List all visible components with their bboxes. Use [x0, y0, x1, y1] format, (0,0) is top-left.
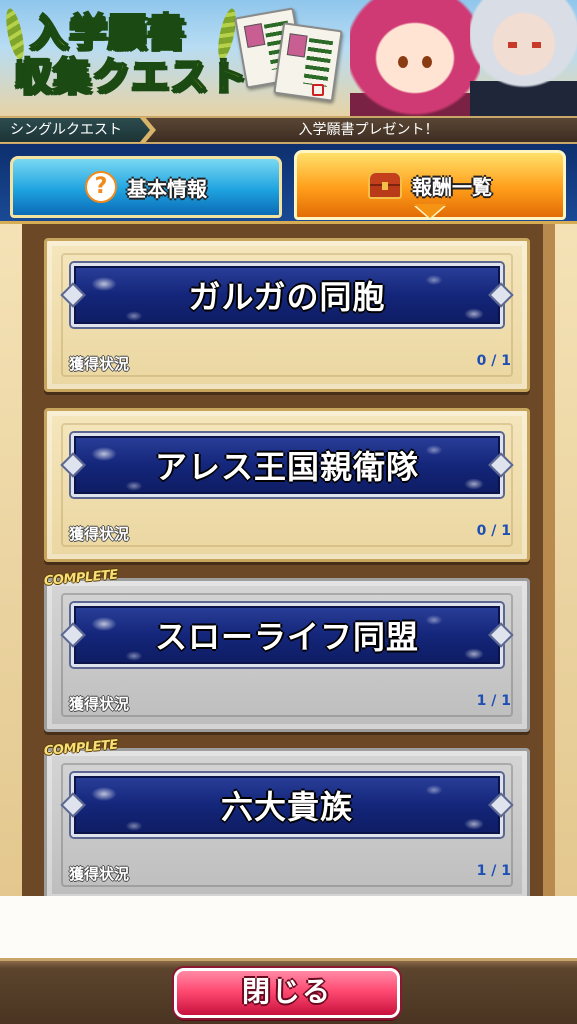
reward-card[interactable]: スローライフ同盟 獲得状況 1 / 1 [44, 578, 530, 732]
acquisition-status-label: 獲得状況 [69, 865, 130, 883]
reward-name: 六大貴族 [220, 788, 353, 826]
reward-card[interactable]: ガルガの同胞 獲得状況 0 / 1 [44, 238, 530, 392]
quest-banner: 入学願書 収集クエスト [0, 0, 577, 116]
tab-basic-info-label: 基本情報 [127, 176, 207, 201]
acquisition-status-label: 獲得状況 [69, 525, 130, 543]
treasure-chest-icon [368, 171, 402, 199]
reward-list[interactable]: ガルガの同胞 獲得状況 0 / 1 アレス王国親衛隊 獲得状況 0 / 1 スロ… [0, 224, 577, 896]
quest-type-label: シングルクエスト [0, 118, 150, 142]
tab-reward-list-label: 報酬一覧 [412, 174, 492, 199]
close-button[interactable]: 閉じる [174, 968, 400, 1018]
reward-name-plate: スローライフ同盟 [71, 603, 503, 667]
footer-spacer [0, 896, 577, 958]
reward-name-plate: 六大貴族 [71, 773, 503, 837]
reward-name: アレス王国親衛隊 [154, 448, 419, 486]
reward-card[interactable]: 六大貴族 獲得状況 1 / 1 [44, 748, 530, 896]
character-portrait-pink-hair [350, 0, 480, 116]
quest-description: 入学願書プレゼント！ [298, 122, 439, 138]
banner-title-line2: 収集クエスト [13, 53, 249, 99]
reward-name: スローライフ同盟 [154, 618, 419, 656]
acquisition-count: 0 / 1 [476, 353, 511, 369]
application-form-image [273, 22, 343, 102]
active-tab-pointer-icon [414, 204, 446, 218]
question-icon: ? [85, 171, 117, 203]
quest-info-strip: シングルクエスト 入学願書プレゼント！ [0, 116, 577, 144]
tab-basic-info[interactable]: ? 基本情報 [10, 156, 282, 218]
reward-name: ガルガの同胞 [188, 278, 386, 316]
character-portrait-silver-hair [470, 0, 577, 116]
acquisition-status-label: 獲得状況 [69, 355, 130, 373]
character-eye [532, 42, 541, 48]
banner-title-line1: 入学願書 [29, 9, 187, 55]
reward-name-plate: アレス王国親衛隊 [71, 433, 503, 497]
seal-stamp-icon [312, 84, 324, 96]
acquisition-count: 0 / 1 [476, 523, 511, 539]
reward-card[interactable]: アレス王国親衛隊 獲得状況 0 / 1 [44, 408, 530, 562]
reward-name-plate: ガルガの同胞 [71, 263, 503, 327]
acquisition-count: 1 / 1 [476, 863, 511, 879]
acquisition-count: 1 / 1 [476, 693, 511, 709]
tab-bar: ? 基本情報 報酬一覧 [0, 144, 577, 224]
acquisition-status-label: 獲得状況 [69, 695, 130, 713]
character-eye [398, 56, 408, 68]
character-eye [508, 42, 517, 48]
character-eye [422, 56, 432, 68]
